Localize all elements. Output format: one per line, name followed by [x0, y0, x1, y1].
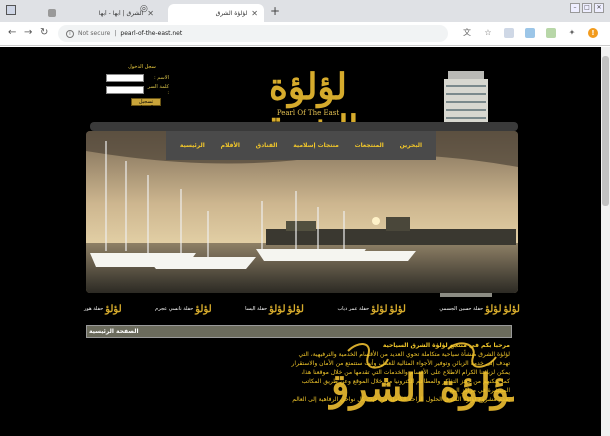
nav-shelf [90, 122, 518, 131]
password-field[interactable] [106, 86, 144, 94]
logo-english-text: Pearl Of The East [276, 109, 340, 117]
main-nav: البحرين المنتجعات منتجات إسلامية الفنادق… [166, 131, 436, 160]
nav-item[interactable]: البحرين [400, 142, 422, 149]
mini-logo: ﻟﺆﻟﺆ [195, 303, 212, 315]
nav-item[interactable]: الرئيسية [180, 142, 205, 149]
thumb-label: حفلة هور [84, 306, 104, 312]
event-thumb[interactable]: ﻟﺆﻟﺆ ﻟﺆﻟﺆ حفلة اليسا [245, 304, 304, 315]
extension-icon[interactable] [504, 28, 514, 38]
nav-item[interactable]: المنتجعات [355, 142, 384, 149]
text-line: المنتشرة في مراكز البيع . [445, 387, 510, 394]
forward-icon[interactable]: → [24, 27, 32, 38]
mini-logo: ﻟﺆﻟﺆ [389, 303, 406, 315]
password-label: كلمة السر : [147, 84, 169, 96]
new-tab-button[interactable]: + [270, 4, 280, 18]
username-label: الاسم : [153, 75, 169, 81]
login-form: سجل الدخول الاسم : كلمة السر : تسجيل الد… [106, 64, 178, 111]
address-bar-row: ← → ↻ i Not secure | pearl-of-the-east.n… [0, 22, 610, 46]
extensions-puzzle-icon[interactable]: ✦ [567, 28, 577, 38]
text-line: مرحبا بكم في منتجع لؤلؤة الشرق السياحية [382, 342, 510, 349]
url-input[interactable]: i Not secure | pearl-of-the-east.net [58, 25, 448, 42]
tab-favicon-icon [48, 9, 56, 17]
extension-icon[interactable] [546, 28, 556, 38]
event-thumb[interactable]: ﻟﺆﻟﺆ حفلة نانسي عجرم [155, 304, 212, 315]
toolbar-icons: 文 ☆ ✦ ! ⋮ [462, 28, 610, 38]
text-line: لؤلؤة الشرق منشأة سياحية متكاملة تحوي ال… [298, 351, 510, 358]
section-header-bar: الصفحة الرئيسية [86, 325, 512, 338]
thumb-label: حفلة عمر دياب [337, 306, 370, 312]
event-thumb[interactable]: ﻟﺆﻟﺆ ﻟﺆﻟﺆ حفلة حسين الجسمي [439, 304, 520, 315]
profile-avatar-icon[interactable]: ! [588, 28, 598, 38]
tab-title: لؤلؤة الشرق [215, 9, 248, 17]
welcome-text: مرحبا بكم في منتجع لؤلؤة الشرق السياحية … [232, 341, 510, 404]
minimize-icon[interactable]: – [570, 3, 580, 13]
section-title: الصفحة الرئيسية [89, 328, 139, 335]
tab-close-icon[interactable]: ✕ [147, 9, 154, 18]
loading-spinner-icon: ◎ [140, 4, 148, 14]
browser-tab-2[interactable]: لؤلؤة الشرق ✕ [168, 4, 264, 22]
text-line: يقدم مشروع لؤلؤة الشرق الحلول الراحة الك… [292, 396, 510, 403]
nav-item[interactable]: منتجات إسلامية [293, 142, 339, 149]
thumb-label: حفلة نانسي عجرم [155, 306, 194, 312]
mini-logo: ﻟﺆﻟﺆ [105, 303, 122, 315]
translate-icon[interactable]: 文 [462, 28, 472, 38]
nav-item[interactable]: الفنادق [256, 142, 278, 149]
login-button[interactable]: تسجيل الدخول [131, 98, 161, 111]
login-heading: سجل الدخول [128, 64, 156, 70]
event-thumbnails: ﻟﺆﻟﺆ ﻟﺆﻟﺆ حفلة حسين الجسمي ﻟﺆﻟﺆ ﻟﺆﻟﺆ حفل… [84, 299, 520, 319]
thumb-label: حفلة اليسا [245, 306, 268, 312]
event-thumb[interactable]: ﻟﺆﻟﺆ حفلة هور [84, 304, 122, 315]
thumb-label: حفلة حسين الجسمي [439, 306, 484, 312]
username-field[interactable] [106, 74, 144, 82]
reload-icon[interactable]: ↻ [40, 27, 48, 38]
event-thumb[interactable]: ﻟﺆﻟﺆ ﻟﺆﻟﺆ حفلة عمر دياب [337, 304, 406, 315]
mini-logo: ﻟﺆﻟﺆ [269, 303, 286, 315]
text-line: يمكن لزبائننا الكرام الاطلاع على الأقسام… [301, 369, 510, 376]
url-text: pearl-of-the-east.net [120, 30, 183, 37]
site-logo[interactable]: لؤلؤة الشرق Pearl Of The East [220, 66, 396, 150]
web-page: سجل الدخول الاسم : كلمة السر : تسجيل الد… [0, 47, 610, 436]
back-icon[interactable]: ← [8, 27, 16, 38]
nav-item[interactable]: الأفلام [221, 142, 240, 149]
text-line: كما يمكنهم من حجز التذاكر والمطاعم الكتر… [301, 378, 510, 385]
window-menu-icon[interactable] [6, 5, 16, 15]
extension-icon[interactable] [525, 28, 535, 38]
close-window-icon[interactable]: ✕ [594, 3, 604, 13]
tab-close-icon[interactable]: ✕ [251, 9, 258, 18]
scrollbar-thumb[interactable] [602, 56, 609, 206]
bookmark-star-icon[interactable]: ☆ [483, 28, 493, 38]
mini-logo: ﻟﺆﻟﺆ [287, 303, 304, 315]
mini-logo: ﻟﺆﻟﺆ [503, 303, 520, 315]
tab-title: الشرق | أبها - أبها [98, 9, 144, 17]
text-line: تهدف إلى خدمة الزبائن وتوفير الأجواء الم… [291, 360, 510, 367]
security-label: Not secure [78, 30, 111, 37]
window-controls: – □ ✕ [570, 3, 604, 13]
info-icon[interactable]: i [66, 29, 74, 38]
browser-tab-bar: الشرق | أبها - أبها ✕ ◎ لؤلؤة الشرق ✕ + … [0, 0, 610, 22]
maximize-icon[interactable]: □ [582, 3, 592, 13]
mini-logo: ﻟﺆﻟﺆ [485, 303, 502, 315]
mini-logo: ﻟﺆﻟﺆ [371, 303, 388, 315]
